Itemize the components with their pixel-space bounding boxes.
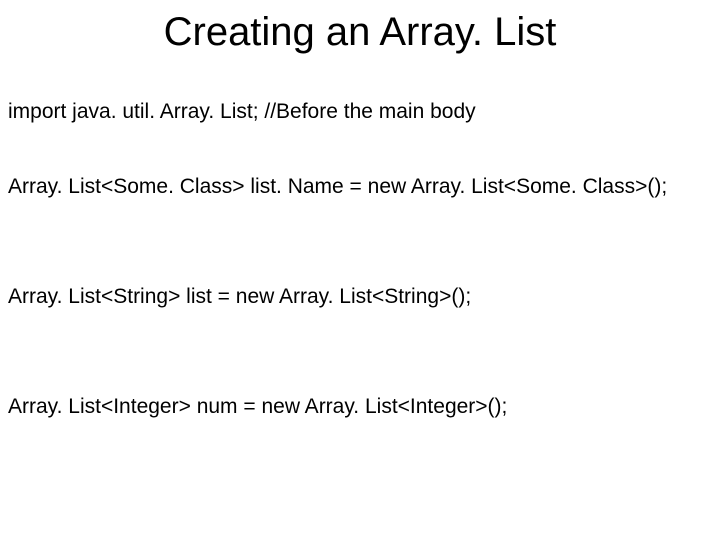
- code-line-import: import java. util. Array. List; //Before…: [8, 100, 476, 124]
- code-line-generic-declaration: Array. List<Some. Class> list. Name = ne…: [8, 175, 667, 199]
- code-line-integer-list: Array. List<Integer> num = new Array. Li…: [8, 395, 507, 419]
- code-line-string-list: Array. List<String> list = new Array. Li…: [8, 285, 471, 309]
- slide-title: Creating an Array. List: [0, 10, 720, 55]
- slide: Creating an Array. List import java. uti…: [0, 0, 720, 540]
